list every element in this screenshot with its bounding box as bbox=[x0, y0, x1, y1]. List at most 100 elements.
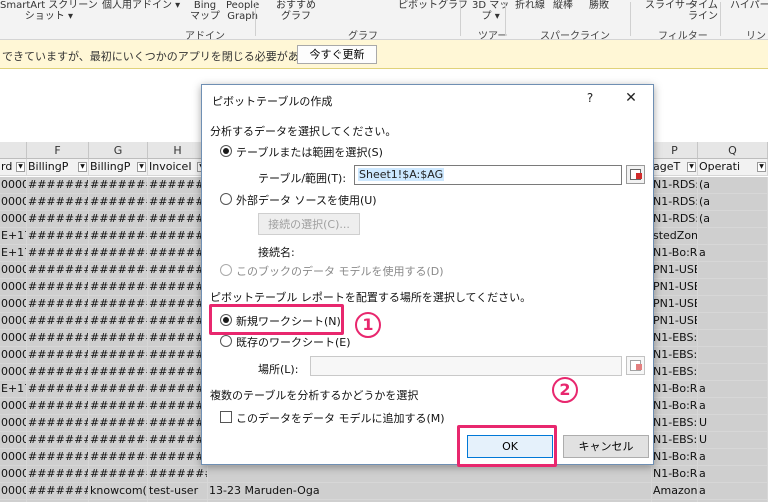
table-cell[interactable]: ######## bbox=[89, 466, 148, 483]
column-header[interactable]: H bbox=[148, 142, 208, 159]
ribbon-item-bing[interactable]: Bing マップ bbox=[190, 0, 220, 22]
add-to-data-model-label[interactable]: このデータをデータ モデルに追加する(M) bbox=[236, 410, 445, 426]
radio-external-source[interactable] bbox=[220, 193, 232, 205]
filter-dropdown-icon[interactable]: ▼ bbox=[137, 162, 146, 172]
table-cell[interactable]: ######## bbox=[27, 330, 89, 347]
table-cell[interactable]: stedZone bbox=[652, 228, 698, 245]
table-cell[interactable]: ######## bbox=[27, 398, 89, 415]
range-collapse-button[interactable] bbox=[626, 165, 645, 184]
table-cell[interactable] bbox=[698, 262, 768, 279]
choose-connection-button[interactable]: 接続の選択(C)... bbox=[258, 213, 360, 235]
table-cell[interactable]: E+17 bbox=[0, 245, 27, 262]
table-cell[interactable]: ######## bbox=[27, 177, 89, 194]
table-cell[interactable]: ######## bbox=[27, 228, 89, 245]
table-cell[interactable]: ######## bbox=[89, 381, 148, 398]
cancel-button[interactable]: キャンセル bbox=[563, 435, 649, 458]
table-cell[interactable]: (a bbox=[698, 177, 768, 194]
table-cell[interactable]: N1-EBS:VolumeIO bbox=[652, 415, 698, 432]
table-cell[interactable]: N1-Bo:RunInstan bbox=[652, 466, 698, 483]
table-cell[interactable]: ######## bbox=[89, 432, 148, 449]
header-cell[interactable]: BillingP ▼ bbox=[27, 159, 89, 176]
ribbon-item-smartart[interactable]: SmartArt スクリーン ショット ▾ bbox=[0, 0, 98, 22]
table-cell[interactable]: ######## bbox=[89, 296, 148, 313]
table-cell[interactable]: PN1-USE1-AWS-In bbox=[652, 262, 698, 279]
location-collapse-button[interactable] bbox=[626, 356, 645, 375]
table-cell[interactable]: test-user bbox=[148, 483, 208, 500]
table-cell[interactable]: ######## bbox=[148, 415, 208, 432]
table-cell[interactable]: N1-EBS:VolumeIO bbox=[652, 432, 698, 449]
ribbon-item-addins[interactable]: 個人用アドイン ▾ bbox=[102, 0, 180, 11]
table-cell[interactable]: ######## bbox=[27, 194, 89, 211]
table-cell[interactable] bbox=[698, 279, 768, 296]
table-cell[interactable]: ######## bbox=[27, 262, 89, 279]
table-cell[interactable]: N1-Bo:RunInstan bbox=[652, 449, 698, 466]
table-cell[interactable]: 0000( bbox=[0, 347, 27, 364]
ribbon-item-map3d[interactable]: 3D マッ プ ▾ bbox=[472, 0, 509, 22]
table-cell[interactable]: ######## bbox=[27, 466, 89, 483]
table-cell[interactable]: N1-RDS:StorageI bbox=[652, 177, 698, 194]
header-cell[interactable]: rd ▼ bbox=[0, 159, 27, 176]
table-cell[interactable]: a bbox=[698, 466, 768, 483]
ribbon-item-hyperlink[interactable]: ハイパー bbox=[730, 0, 768, 11]
table-cell[interactable]: 0000( bbox=[0, 296, 27, 313]
close-icon[interactable]: ✕ bbox=[620, 89, 642, 107]
table-cell[interactable]: 0000( bbox=[0, 449, 27, 466]
table-cell[interactable]: ######## bbox=[89, 415, 148, 432]
radio-external-source-label[interactable]: 外部データ ソースを使用(U) bbox=[236, 192, 377, 208]
table-cell[interactable]: ######## bbox=[148, 398, 208, 415]
table-cell[interactable]: ######## bbox=[148, 449, 208, 466]
table-cell[interactable]: E+17 bbox=[0, 381, 27, 398]
table-cell[interactable]: ######## bbox=[27, 347, 89, 364]
range-input[interactable]: Sheet1!$A:$AG bbox=[354, 165, 622, 185]
table-cell[interactable]: ######## bbox=[89, 279, 148, 296]
table-cell[interactable]: a bbox=[698, 449, 768, 466]
table-cell[interactable]: ######## bbox=[27, 483, 89, 500]
table-cell[interactable]: N1-EBS:VolumeUs bbox=[652, 330, 698, 347]
table-cell[interactable]: N1-EBS:VolumeUs bbox=[652, 347, 698, 364]
table-cell[interactable]: E+17 bbox=[0, 228, 27, 245]
header-cell[interactable]: BillingP ▼ bbox=[89, 159, 148, 176]
filter-dropdown-icon[interactable]: ▼ bbox=[16, 162, 25, 172]
table-cell[interactable] bbox=[208, 466, 652, 483]
table-cell[interactable]: ######## bbox=[27, 211, 89, 228]
table-cell[interactable]: N1-RDS:StorageI bbox=[652, 211, 698, 228]
table-cell[interactable]: ######## bbox=[148, 381, 208, 398]
table-cell[interactable]: a bbox=[698, 381, 768, 398]
table-cell[interactable]: N1-Bo:RunInstan bbox=[652, 245, 698, 262]
table-cell[interactable] bbox=[698, 313, 768, 330]
table-cell[interactable]: ######## bbox=[148, 347, 208, 364]
table-cell[interactable] bbox=[698, 330, 768, 347]
table-cell[interactable]: 0000( bbox=[0, 330, 27, 347]
column-header[interactable]: F bbox=[27, 142, 89, 159]
table-cell[interactable]: ######## bbox=[148, 177, 208, 194]
table-cell[interactable]: ######## bbox=[89, 194, 148, 211]
table-cell[interactable]: N1-EBS:VolumeUs bbox=[652, 364, 698, 381]
table-cell[interactable]: ######## bbox=[148, 432, 208, 449]
table-cell[interactable] bbox=[698, 364, 768, 381]
table-cell[interactable]: ######## bbox=[27, 313, 89, 330]
table-cell[interactable]: 0000( bbox=[0, 262, 27, 279]
filter-dropdown-icon[interactable]: ▼ bbox=[757, 162, 766, 172]
table-cell[interactable]: PN1-USE1-AWS-In bbox=[652, 296, 698, 313]
ribbon-item-line[interactable]: 折れ線 bbox=[515, 0, 545, 11]
radio-table-range[interactable] bbox=[220, 145, 232, 157]
table-cell[interactable] bbox=[698, 296, 768, 313]
filter-dropdown-icon[interactable]: ▼ bbox=[78, 162, 87, 172]
table-cell[interactable]: ######## bbox=[148, 364, 208, 381]
table-cell[interactable]: N1-Bo:RunInstan bbox=[652, 398, 698, 415]
table-cell[interactable]: a bbox=[698, 245, 768, 262]
table-cell[interactable]: ######## bbox=[148, 194, 208, 211]
table-cell[interactable]: PN1-USE1-AWS-In bbox=[652, 313, 698, 330]
table-cell[interactable]: ######## bbox=[89, 211, 148, 228]
ribbon-item-timeline[interactable]: タイム ライン bbox=[688, 0, 718, 22]
table-cell[interactable]: ######## bbox=[27, 245, 89, 262]
table-cell[interactable]: ######## bbox=[89, 347, 148, 364]
table-cell[interactable]: AmazonEC Amazon El Amazon W APN1-Bo:RunI… bbox=[652, 483, 698, 500]
ribbon-item-column[interactable]: 縦棒 bbox=[553, 0, 573, 11]
radio-existing-worksheet[interactable] bbox=[220, 335, 232, 347]
column-header[interactable]: P bbox=[652, 142, 698, 159]
table-cell[interactable]: 0000( bbox=[0, 415, 27, 432]
table-cell[interactable]: ######## bbox=[89, 262, 148, 279]
table-cell[interactable]: ######## bbox=[148, 330, 208, 347]
table-cell[interactable]: knowcom( bbox=[89, 483, 148, 500]
